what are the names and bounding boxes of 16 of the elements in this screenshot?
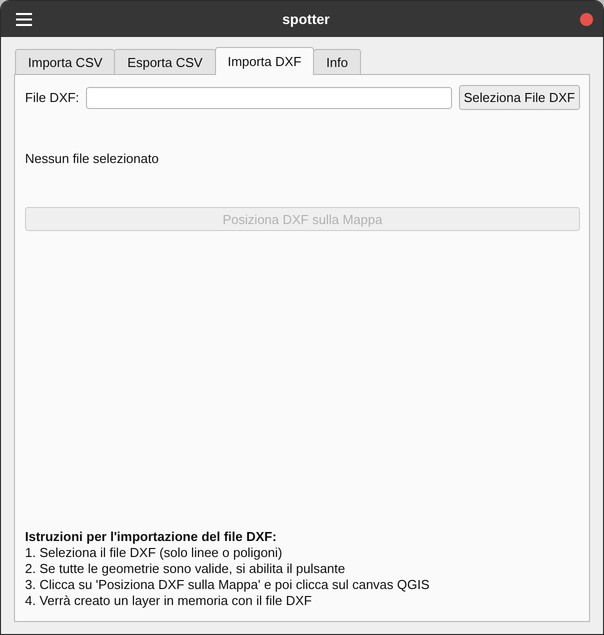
instructions-heading: Istruzioni per l'importazione del file DXF: xyxy=(25,529,278,545)
window-title: spotter xyxy=(281,11,331,27)
instruction-step: 4. Verrà creato un layer in memoria con il file DXF xyxy=(25,593,580,609)
instruction-step: 2. Se tutte le geometrie sono valide, si abilita il pulsante xyxy=(25,561,580,577)
tab[interactable]: Info xyxy=(313,49,361,74)
field-label: File DXF: xyxy=(25,90,80,105)
close-icon[interactable] xyxy=(580,12,593,26)
tab[interactable]: Esporta CSV xyxy=(114,49,216,74)
menu-icon[interactable] xyxy=(16,12,32,26)
file-path-field[interactable] xyxy=(86,86,452,108)
status-text: Nessun file selezionato xyxy=(25,151,160,166)
tab[interactable]: Importa DXF xyxy=(214,47,314,75)
instruction-step: 1. Seleziona il file DXF (solo linee o poligoni) xyxy=(25,545,580,561)
select-file-button[interactable]: Seleziona File DXF xyxy=(458,85,580,110)
tab[interactable]: Importa CSV xyxy=(15,49,116,74)
instruction-step: 3. Clicca su 'Posiziona DXF sulla Mappa' e poi clicca sul canvas QGIS xyxy=(25,577,580,593)
